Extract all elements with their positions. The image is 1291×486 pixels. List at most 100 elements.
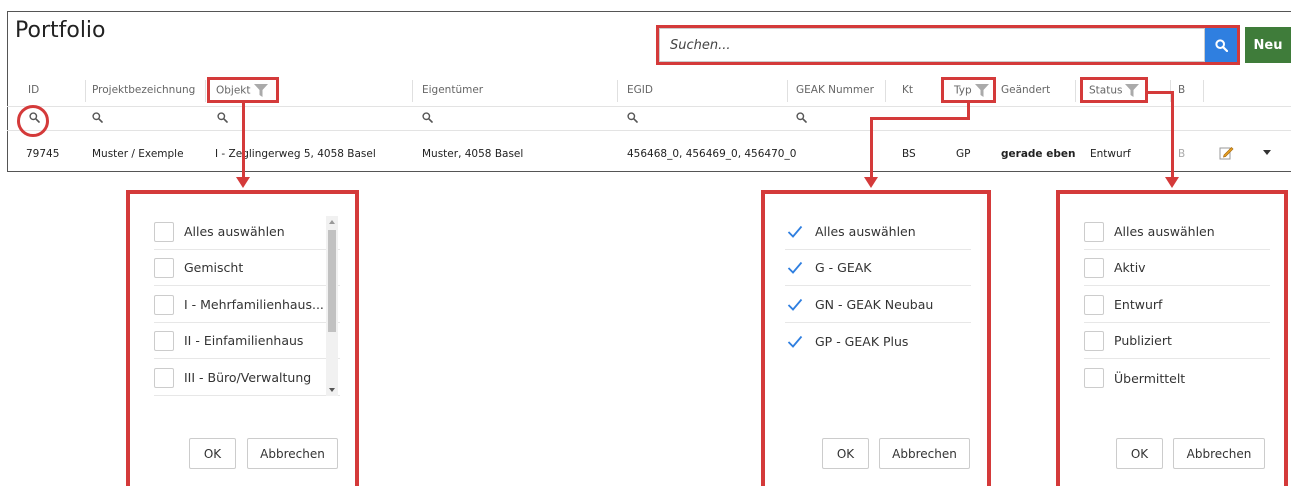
- checkbox[interactable]: [154, 367, 174, 388]
- cell-objekt[interactable]: I - Zeglingerweg 5, 4058 Basel: [215, 148, 376, 160]
- arrow-status: [1171, 91, 1174, 177]
- checkbox[interactable]: [154, 330, 174, 351]
- typ-filter-option[interactable]: GP - GEAK Plus: [785, 323, 971, 359]
- objekt-filter-option[interactable]: II - Einfamilienhaus: [154, 323, 340, 359]
- checkbox[interactable]: [154, 221, 174, 242]
- arrow-typ-head: [864, 177, 878, 188]
- col-eigentuemer[interactable]: Eigentümer: [422, 84, 483, 96]
- filter-row-search-highlight: [17, 105, 49, 137]
- cancel-button[interactable]: Abbrechen: [1173, 438, 1265, 469]
- ok-button[interactable]: OK: [822, 438, 869, 469]
- cell-b[interactable]: B: [1178, 148, 1185, 160]
- cell-typ[interactable]: GP: [956, 148, 970, 160]
- col-id[interactable]: ID: [28, 84, 39, 96]
- option-label: II - Einfamilienhaus: [184, 333, 304, 348]
- col-egid[interactable]: EGID: [627, 84, 653, 96]
- objekt-filter-option[interactable]: III - Büro/Verwaltung: [154, 360, 340, 396]
- col-geak[interactable]: GEAK Nummer: [796, 84, 874, 96]
- col-b[interactable]: B: [1178, 84, 1185, 96]
- checkbox-checked[interactable]: [785, 257, 805, 278]
- option-label: III - Büro/Verwaltung: [184, 370, 312, 385]
- typ-filter-option[interactable]: GN - GEAK Neubau: [785, 287, 971, 323]
- cell-projekt[interactable]: Muster / Exemple: [92, 148, 184, 160]
- option-label: Alles auswählen: [815, 224, 916, 239]
- cancel-button[interactable]: Abbrechen: [247, 438, 338, 469]
- status-filter-highlight: [1080, 77, 1148, 103]
- checkbox[interactable]: [1084, 294, 1104, 315]
- typ-filter-highlight: [941, 77, 996, 103]
- cell-egid[interactable]: 456468_0, 456469_0, 456470_0: [627, 148, 796, 160]
- cell-eigentuemer[interactable]: Muster, 4058 Basel: [422, 148, 523, 160]
- typ-filter-option[interactable]: Alles auswählen: [785, 214, 971, 250]
- search-icon[interactable]: [796, 112, 807, 123]
- checkbox[interactable]: [1084, 257, 1104, 278]
- status-filter-option[interactable]: Aktiv: [1084, 250, 1270, 286]
- cell-id[interactable]: 79745: [26, 148, 59, 160]
- new-button[interactable]: Neu: [1245, 27, 1291, 63]
- status-filter-option[interactable]: Alles auswählen: [1084, 214, 1270, 250]
- scroll-down-icon[interactable]: [329, 388, 335, 392]
- option-label: GP - GEAK Plus: [815, 333, 909, 349]
- search-icon[interactable]: [92, 112, 103, 123]
- checkbox[interactable]: [1084, 368, 1104, 388]
- col-separator: [205, 80, 206, 102]
- col-kt[interactable]: Kt: [902, 84, 913, 96]
- checkbox[interactable]: [1084, 221, 1104, 242]
- edit-icon[interactable]: [1219, 145, 1234, 160]
- objekt-filter-highlight: [207, 77, 279, 103]
- col-separator: [885, 80, 886, 102]
- objekt-filter-dropdown: Alles auswählen Gemischt I - Mehrfamilie…: [126, 190, 359, 486]
- chevron-down-icon[interactable]: [1263, 150, 1271, 155]
- checkbox-checked[interactable]: [785, 221, 805, 242]
- checkbox-checked[interactable]: [785, 331, 805, 351]
- scrollbar[interactable]: [326, 216, 338, 396]
- typ-filter-dropdown: Alles auswählen G - GEAK GN - GEAK Neuba…: [761, 190, 991, 486]
- col-projekt[interactable]: Projektbezeichnung: [92, 84, 195, 96]
- filter-row: [7, 106, 1291, 131]
- col-geaendert[interactable]: Geändert: [1001, 84, 1050, 96]
- arrow-typ: [870, 117, 873, 177]
- search-icon[interactable]: [217, 112, 228, 123]
- option-label: Übermittelt: [1114, 370, 1186, 386]
- option-label: Aktiv: [1114, 260, 1146, 275]
- check-icon: [787, 335, 803, 348]
- objekt-filter-option[interactable]: Alles auswählen: [154, 214, 340, 250]
- option-label: GN - GEAK Neubau: [815, 297, 934, 312]
- checkbox[interactable]: [154, 257, 174, 278]
- col-separator: [787, 80, 788, 102]
- checkbox-checked[interactable]: [785, 294, 805, 315]
- cell-kt[interactable]: BS: [902, 148, 916, 160]
- search-icon[interactable]: [627, 112, 638, 123]
- arrow-typ: [870, 117, 970, 120]
- option-label: I - Mehrfamilienhaus...: [184, 297, 324, 312]
- col-separator: [1075, 80, 1076, 102]
- option-label: G - GEAK: [815, 260, 872, 275]
- col-separator: [85, 80, 86, 102]
- arrow-objekt-head: [236, 177, 250, 188]
- cell-geaendert[interactable]: gerade eben: [1001, 148, 1075, 160]
- arrow-objekt: [242, 103, 245, 177]
- objekt-filter-option[interactable]: Gemischt: [154, 250, 340, 286]
- option-label: Alles auswählen: [1114, 224, 1215, 239]
- option-label: Entwurf: [1114, 297, 1163, 312]
- ok-button[interactable]: OK: [1116, 438, 1163, 469]
- status-filter-option[interactable]: Übermittelt: [1084, 360, 1270, 396]
- option-label: Gemischt: [184, 260, 244, 275]
- ok-button[interactable]: OK: [189, 438, 236, 469]
- col-separator: [617, 80, 618, 102]
- status-filter-option[interactable]: Entwurf: [1084, 287, 1270, 323]
- scroll-up-icon[interactable]: [329, 220, 335, 224]
- status-filter-option[interactable]: Publiziert: [1084, 323, 1270, 359]
- cancel-button[interactable]: Abbrechen: [879, 438, 970, 469]
- checkbox[interactable]: [1084, 330, 1104, 351]
- typ-filter-option[interactable]: G - GEAK: [785, 250, 971, 286]
- cell-status[interactable]: Entwurf: [1090, 148, 1131, 160]
- objekt-filter-option[interactable]: I - Mehrfamilienhaus...: [154, 287, 340, 323]
- search-icon[interactable]: [422, 112, 433, 123]
- checkbox[interactable]: [154, 294, 174, 315]
- option-label: Alles auswählen: [184, 224, 285, 239]
- scroll-thumb[interactable]: [328, 230, 336, 332]
- arrow-status-head: [1165, 177, 1179, 188]
- check-icon: [787, 261, 803, 274]
- option-label: Publiziert: [1114, 333, 1172, 348]
